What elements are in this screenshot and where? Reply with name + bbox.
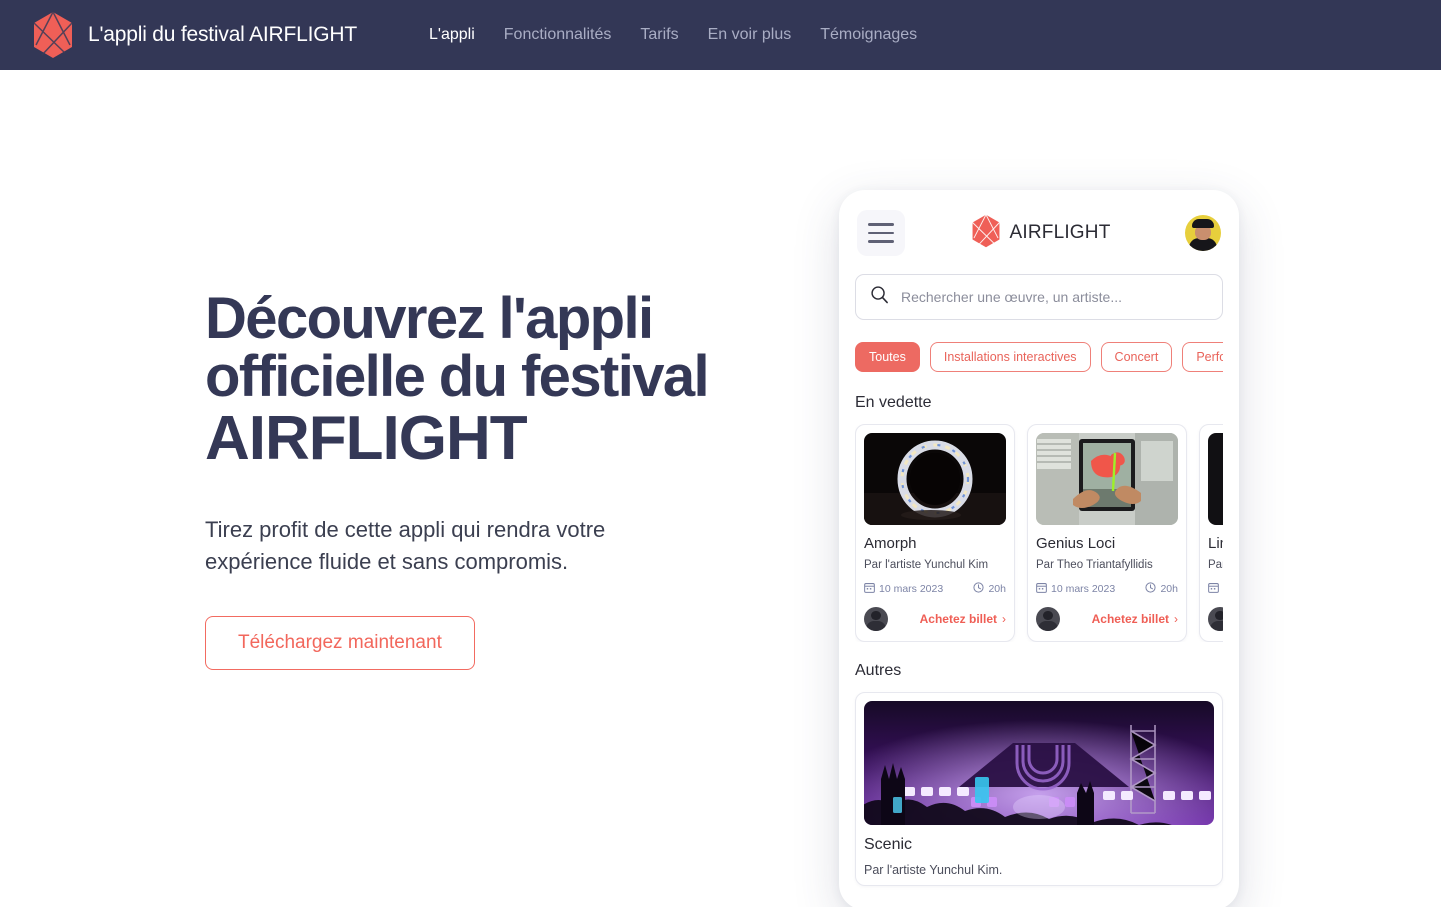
search-input[interactable]: Rechercher une œuvre, un artiste... xyxy=(855,274,1223,320)
card-time-text: 20h xyxy=(1160,583,1178,595)
clock-icon xyxy=(1145,582,1157,596)
card-image xyxy=(1036,433,1178,525)
card-title: Liminal xyxy=(1208,535,1223,552)
card-date: 10 mars 2023 xyxy=(864,582,943,596)
card-liminal[interactable]: Liminal Par l'artiste 10 mars 2023 20h xyxy=(1199,424,1223,642)
hero-line-strong: AIRFLIGHT xyxy=(205,404,528,473)
chip-performance[interactable]: Performance xyxy=(1182,342,1223,372)
card-meta: 10 mars 2023 20h xyxy=(864,582,1006,596)
nav-link-tarifs[interactable]: Tarifs xyxy=(640,26,678,44)
search-placeholder: Rechercher une œuvre, un artiste... xyxy=(901,289,1122,305)
brand-title: L'appli du festival AIRFLIGHT xyxy=(88,23,357,46)
hero-section: Découvrez l'appli officielle du festival… xyxy=(205,290,765,670)
chip-toutes[interactable]: Toutes xyxy=(855,342,920,372)
nav-link-en-voir-plus[interactable]: En voir plus xyxy=(708,26,792,44)
calendar-icon xyxy=(1208,582,1219,596)
card-time: 20h xyxy=(973,582,1006,596)
section-title-others: Autres xyxy=(855,662,902,679)
page-title: Découvrez l'appli officielle du festival… xyxy=(205,290,765,470)
clock-icon xyxy=(973,582,985,596)
card-image xyxy=(864,701,1214,825)
nav-link-temoignages[interactable]: Témoignages xyxy=(820,26,917,44)
user-avatar[interactable] xyxy=(1185,215,1221,251)
top-navbar: L'appli du festival AIRFLIGHT L'appli Fo… xyxy=(0,0,1441,70)
buy-ticket-label: Achetez billet xyxy=(1091,612,1169,626)
card-time: 20h xyxy=(1145,582,1178,596)
chip-concert[interactable]: Concert xyxy=(1100,342,1173,372)
brand[interactable]: L'appli du festival AIRFLIGHT xyxy=(32,11,357,59)
card-footer: Achetez billet › xyxy=(864,607,1006,631)
card-artist: Par l'artiste xyxy=(1208,559,1223,571)
buy-ticket-button[interactable]: Achetez billet › xyxy=(1092,612,1178,626)
hero-line-2: officielle du festival xyxy=(205,344,710,409)
chevron-right-icon: › xyxy=(1002,612,1006,626)
app-brand: AIRFLIGHT xyxy=(971,213,1111,253)
card-date-text: 10 mars 2023 xyxy=(879,583,944,595)
artist-avatar xyxy=(864,607,888,631)
card-date: 10 mars 2023 xyxy=(1036,582,1115,596)
card-title: Scenic xyxy=(864,836,913,853)
app-header: AIRFLIGHT xyxy=(855,206,1223,260)
card-title: Amorph xyxy=(864,535,917,552)
card-image xyxy=(864,433,1006,525)
nav-link-lappli[interactable]: L'appli xyxy=(429,26,475,44)
card-date-text: 10 mars 2023 xyxy=(1051,583,1116,595)
card-genius-loci[interactable]: Genius Loci Par Theo Triantafyllidis 10 … xyxy=(1027,424,1187,642)
card-footer: Achetez billet › xyxy=(1208,607,1223,631)
calendar-icon xyxy=(1036,582,1047,596)
nav-links: L'appli Fonctionnalités Tarifs En voir p… xyxy=(429,26,917,44)
card-meta: 10 mars 2023 20h xyxy=(1208,582,1223,596)
buy-ticket-button[interactable]: Achetez billet › xyxy=(920,612,1006,626)
featured-card-list: Amorph Par l'artiste Yunchul Kim 10 mars… xyxy=(855,424,1223,642)
card-meta: 10 mars 2023 20h xyxy=(1036,582,1178,596)
buy-ticket-label: Achetez billet xyxy=(919,612,997,626)
hexagon-logo-icon xyxy=(32,11,74,59)
card-date: 10 mars 2023 xyxy=(1208,582,1223,596)
card-scenic[interactable]: Scenic Par l'artiste Yunchul Kim. xyxy=(855,692,1223,886)
page-body: Découvrez l'appli officielle du festival… xyxy=(0,70,1441,907)
section-title-featured: En vedette xyxy=(855,394,932,411)
card-amorph[interactable]: Amorph Par l'artiste Yunchul Kim 10 mars… xyxy=(855,424,1015,642)
card-artist: Par l'artiste Yunchul Kim xyxy=(864,559,989,571)
nav-link-fonctionnalites[interactable]: Fonctionnalités xyxy=(504,26,612,44)
phone-mockup: AIRFLIGHT Rechercher une œuvre, un artis… xyxy=(839,190,1239,907)
download-button[interactable]: Téléchargez maintenant xyxy=(205,615,475,670)
app-brand-text: AIRFLIGHT xyxy=(1009,222,1111,243)
chip-installations-interactives[interactable]: Installations interactives xyxy=(929,342,1091,372)
card-time-text: 20h xyxy=(988,583,1006,595)
artist-avatar xyxy=(1036,607,1060,631)
hero-line-1: Découvrez l'appli xyxy=(205,286,654,351)
card-artist: Par l'artiste Yunchul Kim. xyxy=(864,863,1003,877)
search-icon xyxy=(870,285,889,309)
filter-chips: Toutes Installations interactives Concer… xyxy=(855,342,1223,374)
artist-avatar xyxy=(1208,607,1223,631)
hero-paragraph: Tirez profit de cette appli qui rendra v… xyxy=(205,517,606,574)
card-title: Genius Loci xyxy=(1036,535,1116,552)
chevron-right-icon: › xyxy=(1174,612,1178,626)
card-artist: Par Theo Triantafyllidis xyxy=(1036,559,1153,571)
card-image xyxy=(1208,433,1223,525)
hamburger-menu-icon[interactable] xyxy=(857,210,905,256)
hexagon-logo-icon xyxy=(971,213,1001,253)
calendar-icon xyxy=(864,582,875,596)
card-footer: Achetez billet › xyxy=(1036,607,1178,631)
